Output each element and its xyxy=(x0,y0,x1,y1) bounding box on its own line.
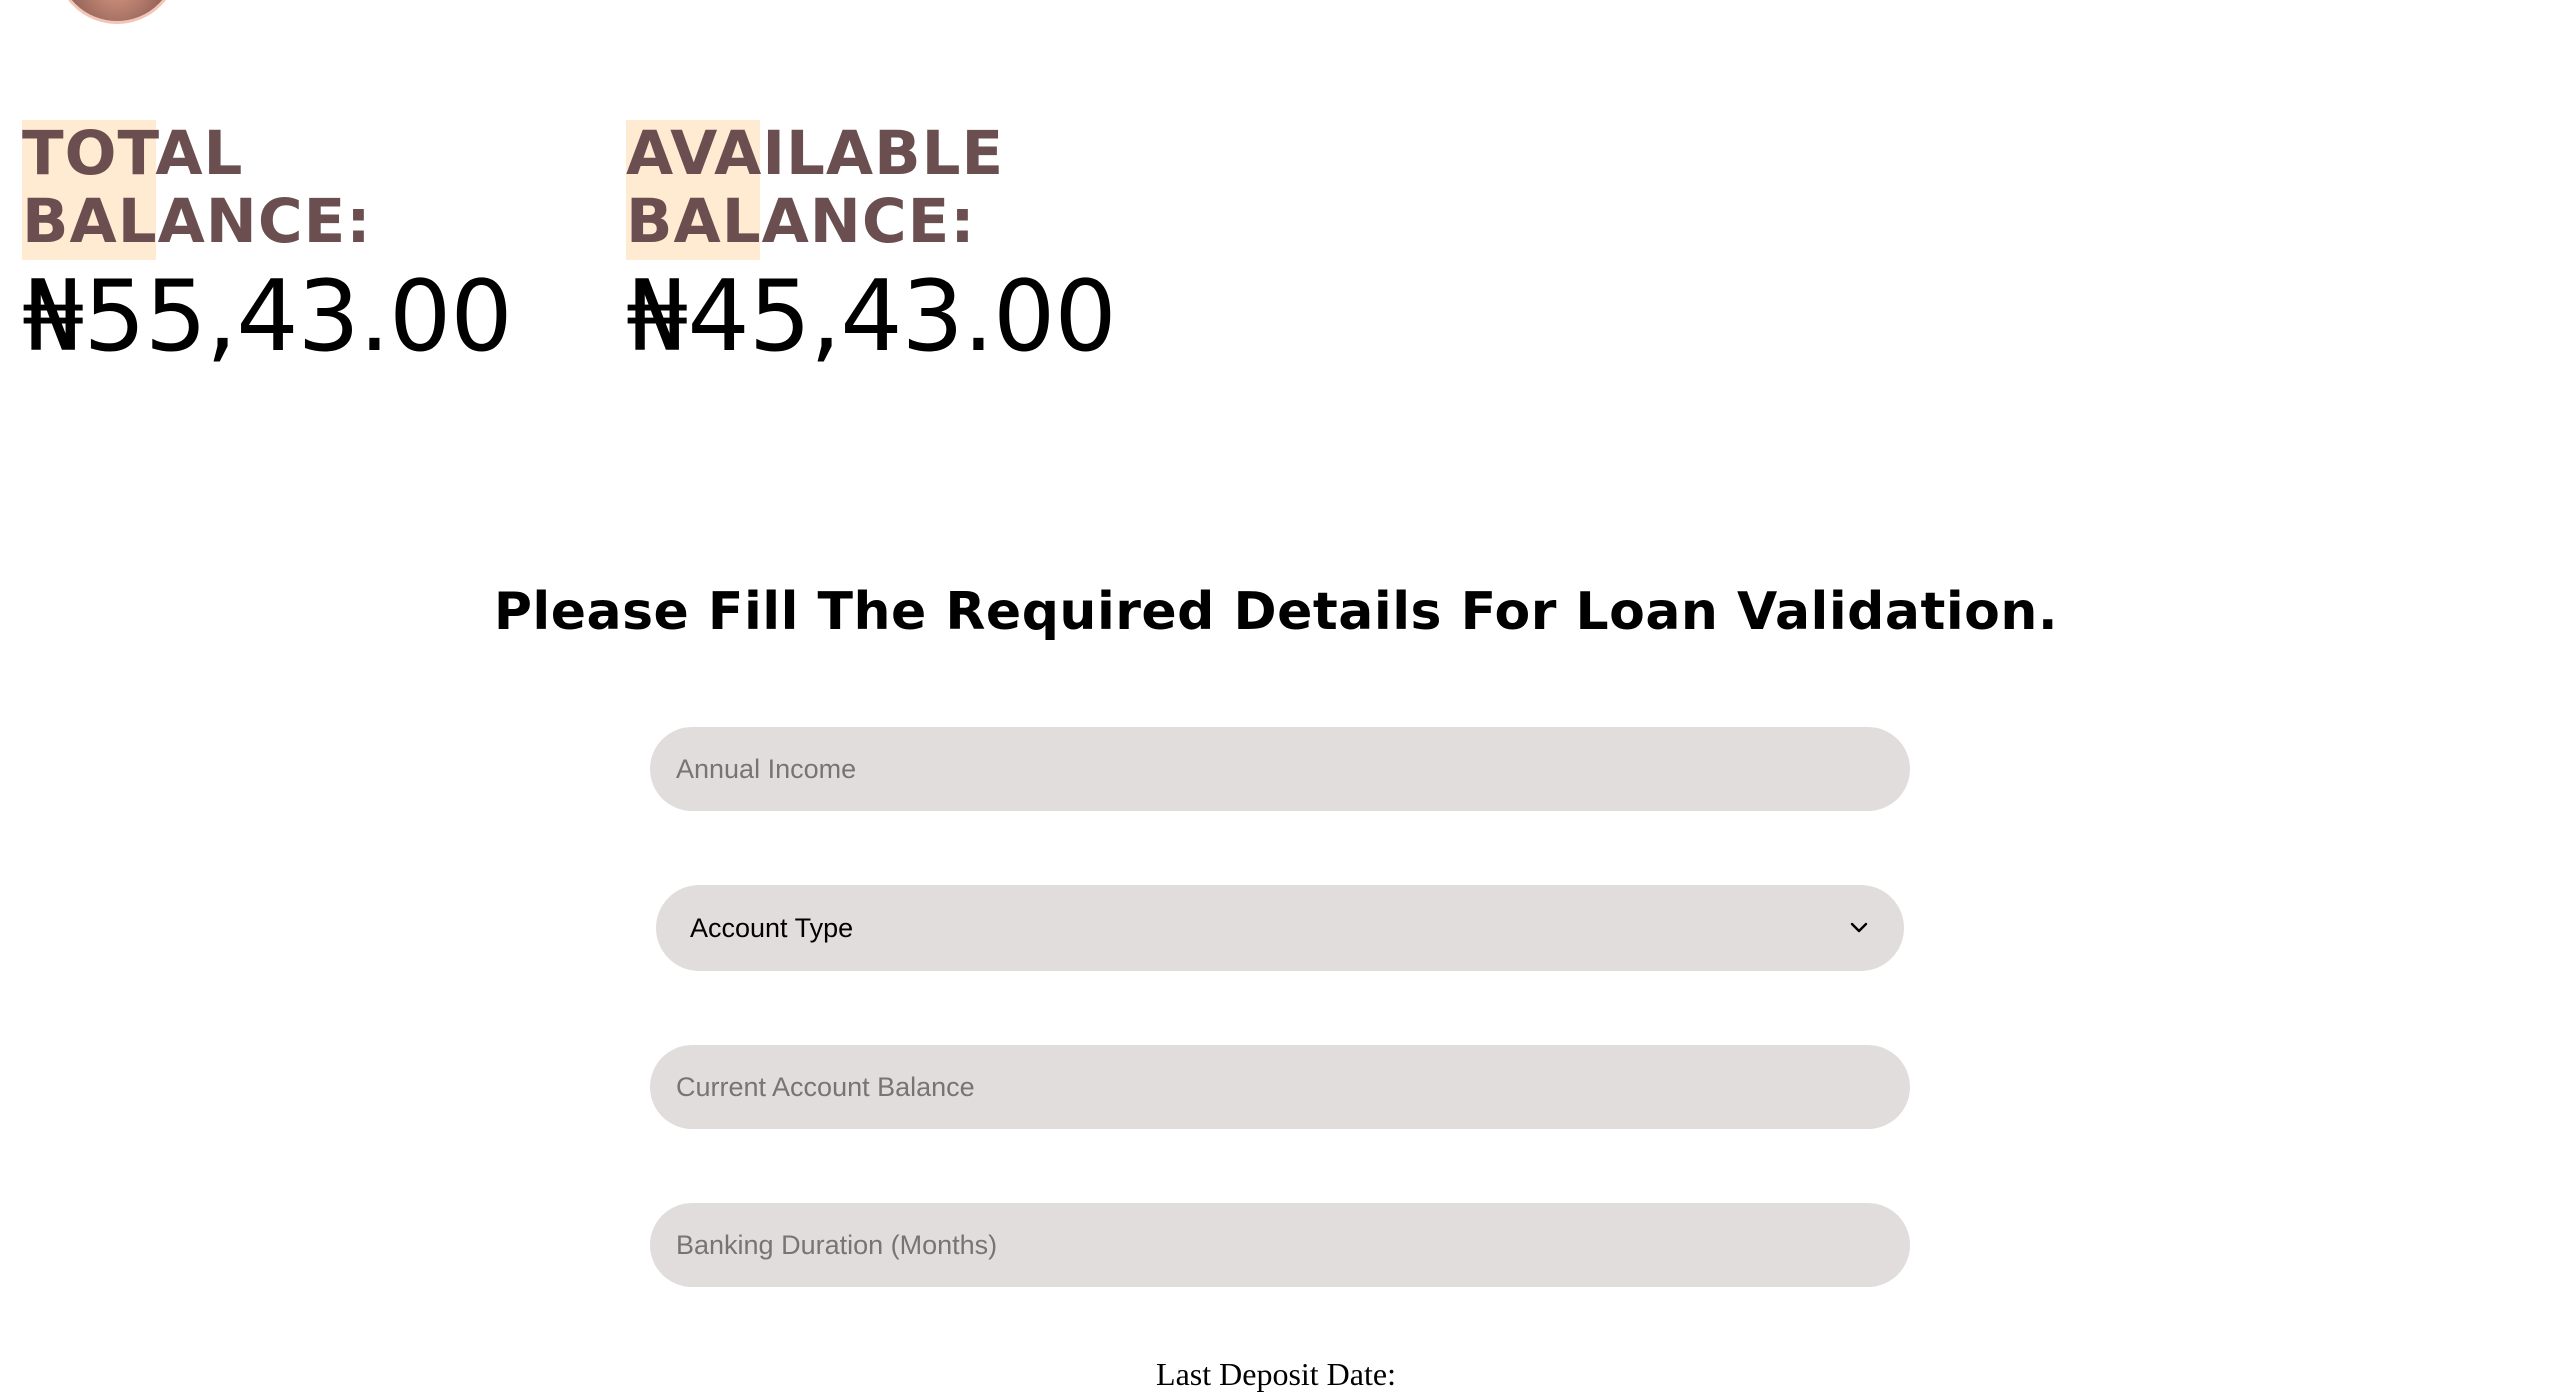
account-type-selected-value: Account Type xyxy=(690,912,854,943)
avatar[interactable] xyxy=(55,0,179,24)
account-type-select[interactable]: Account Type xyxy=(656,885,1904,971)
current-account-balance-input[interactable] xyxy=(650,1045,1910,1129)
available-balance-label: AVAILABLE BALANCE: xyxy=(626,118,1005,257)
available-balance-label-wrap: AVAILABLE BALANCE: xyxy=(626,118,1046,260)
total-balance-card: TOTAL BALANCE: ₦55,43.00 xyxy=(22,118,513,374)
loan-form-title: Please Fill The Required Details For Loa… xyxy=(493,582,2059,642)
chevron-down-icon xyxy=(1848,917,1870,939)
available-balance-amount: ₦45,43.00 xyxy=(626,260,1117,374)
last-deposit-date-label: Last Deposit Date: xyxy=(1156,1356,1396,1392)
total-balance-label-wrap: TOTAL BALANCE: xyxy=(22,118,442,260)
annual-income-input[interactable] xyxy=(650,727,1910,811)
total-balance-label: TOTAL BALANCE: xyxy=(22,118,372,257)
total-balance-amount: ₦55,43.00 xyxy=(22,260,513,374)
available-balance-card: AVAILABLE BALANCE: ₦45,43.00 xyxy=(626,118,1117,374)
banking-duration-input[interactable] xyxy=(650,1203,1910,1287)
